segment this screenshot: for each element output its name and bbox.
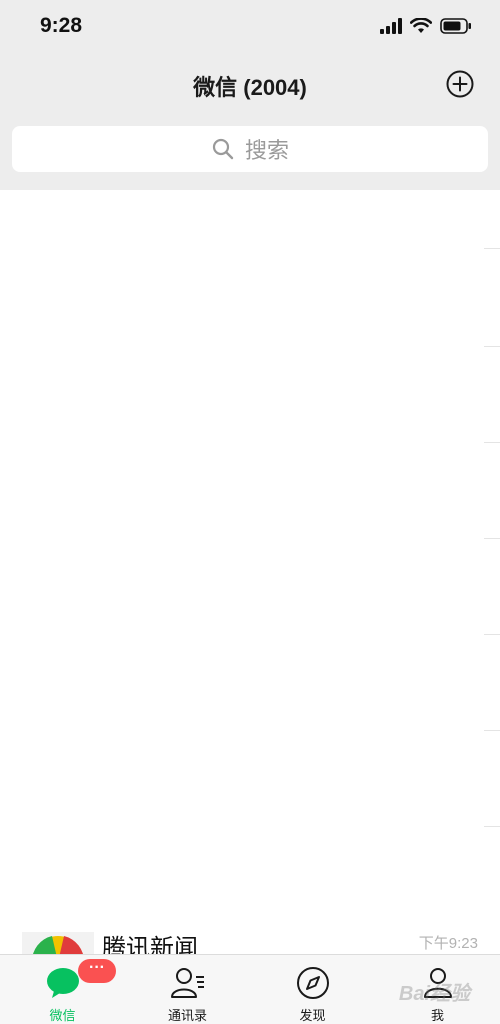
tab-label: 微信 — [49, 1008, 76, 1023]
tab-discover[interactable]: 发现 — [250, 955, 375, 1024]
divider — [484, 538, 500, 539]
tab-label: 发现 — [299, 1008, 326, 1023]
divider — [484, 346, 500, 347]
unread-badge: ··· — [78, 959, 116, 983]
status-bar: 9:28 — [0, 0, 500, 56]
divider — [484, 826, 500, 827]
page-title: 微信 (2004) — [193, 75, 307, 100]
divider — [484, 248, 500, 249]
plus-circle-icon[interactable] — [446, 70, 474, 98]
search-area: 搜索 — [0, 116, 500, 190]
search-placeholder: 搜索 — [244, 138, 289, 163]
chat-name: 腾讯新闻 — [102, 935, 198, 954]
compass-icon — [296, 967, 329, 999]
chat-bubble-icon — [46, 968, 79, 998]
wifi-icon — [410, 18, 432, 33]
list-item[interactable]: 腾讯新闻 下午9:23 — [0, 932, 500, 954]
divider — [484, 442, 500, 443]
chat-time: 下午9:23 — [418, 935, 478, 952]
divider — [484, 730, 500, 731]
avatar — [22, 932, 94, 954]
chat-list: 腾讯新闻 下午9:23 — [0, 190, 500, 954]
status-icons — [380, 16, 472, 36]
tab-label: 通讯录 — [167, 1008, 207, 1023]
wechat-screen: 9:28 微信 (2004) 搜索 腾讯新闻 下午9:23 ··· 微信 通讯录… — [0, 0, 500, 1024]
news-logo-icon — [33, 936, 83, 954]
tab-bar: ··· 微信 通讯录 发现 我 Bai经验 — [0, 954, 500, 1024]
watermark: Bai经验 — [398, 983, 470, 1005]
nav-bar: 微信 (2004) — [0, 56, 500, 116]
battery-icon — [440, 18, 471, 34]
search-input[interactable]: 搜索 — [12, 126, 488, 172]
status-time: 9:28 — [40, 14, 83, 37]
contacts-icon — [170, 968, 204, 998]
tab-wechat[interactable]: ··· 微信 — [0, 955, 125, 1024]
divider — [484, 634, 500, 635]
cellular-signal-icon — [380, 18, 402, 34]
tab-label: 我 — [430, 1008, 444, 1023]
tab-contacts[interactable]: 通讯录 — [125, 955, 250, 1024]
search-icon — [212, 138, 234, 160]
